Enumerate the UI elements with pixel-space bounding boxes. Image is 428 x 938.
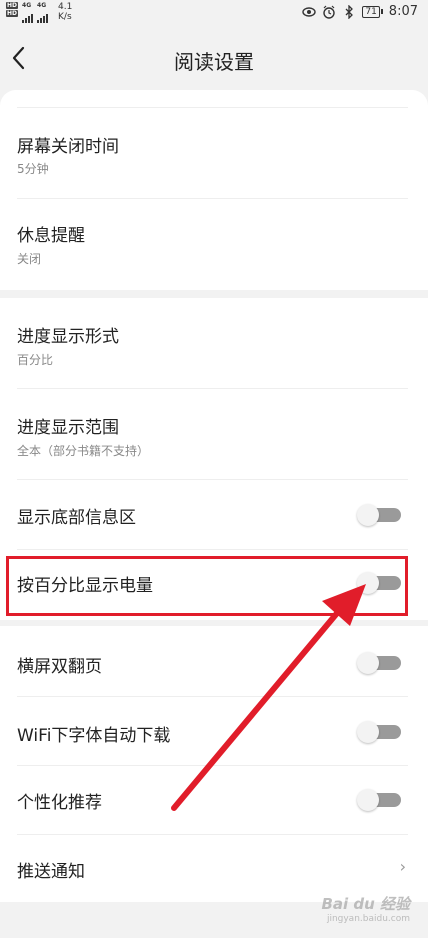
setting-title: 横屏双翻页 xyxy=(17,657,102,677)
setting-value: 百分比 xyxy=(17,353,54,367)
toggle-switch[interactable] xyxy=(357,652,401,674)
setting-title: 进度显示形式 xyxy=(17,327,119,347)
setting-landscape-double-page: 横屏双翻页 xyxy=(0,626,428,696)
chevron-right-icon: › xyxy=(399,857,406,876)
setting-screen-off-time[interactable]: 屏幕关闭时间 5分钟 xyxy=(0,108,428,198)
setting-title: 进度显示范围 xyxy=(17,418,119,438)
setting-title: WiFi下字体自动下载 xyxy=(17,726,171,746)
status-bar: HD HD 4G 4G 4.1 K/s 71 8:07 xyxy=(0,0,428,26)
setting-title: 休息提醒 xyxy=(17,226,85,246)
setting-title: 按百分比显示电量 xyxy=(17,576,153,596)
battery-icon: 71 xyxy=(362,5,383,18)
setting-wifi-font-download: WiFi下字体自动下载 xyxy=(0,697,428,765)
toggle-switch[interactable] xyxy=(357,572,401,594)
setting-title: 个性化推荐 xyxy=(17,793,102,813)
settings-group-progress: 进度显示形式 百分比 进度显示范围 全本（部分书籍不支持） 显示底部信息区 按百… xyxy=(0,298,428,620)
setting-battery-percentage: 按百分比显示电量 xyxy=(0,550,428,620)
setting-title: 显示底部信息区 xyxy=(17,508,136,528)
setting-value: 关闭 xyxy=(17,252,42,266)
hd-indicator: HD HD xyxy=(6,2,19,17)
setting-progress-range[interactable]: 进度显示范围 全本（部分书籍不支持） xyxy=(0,389,428,479)
setting-value: 5分钟 xyxy=(17,162,49,176)
network-speed: 4.1 K/s xyxy=(58,2,73,22)
setting-personalized-recommendation: 个性化推荐 xyxy=(0,766,428,834)
setting-rest-reminder[interactable]: 休息提醒 关闭 xyxy=(0,199,428,290)
toggle-switch[interactable] xyxy=(357,504,401,526)
setting-progress-format[interactable]: 进度显示形式 百分比 xyxy=(0,298,428,388)
signal-icon-2: 4G xyxy=(37,2,49,23)
app-header: 阅读设置 xyxy=(0,26,428,90)
bluetooth-icon xyxy=(345,4,354,19)
toggle-switch[interactable] xyxy=(357,789,401,811)
setting-value: 全本（部分书籍不支持） xyxy=(17,444,150,458)
settings-group-other: 横屏双翻页 WiFi下字体自动下载 个性化推荐 推送通知 › xyxy=(0,626,428,902)
setting-title: 推送通知 xyxy=(17,862,85,882)
setting-push-notification[interactable]: 推送通知 › xyxy=(0,835,428,902)
alarm-icon xyxy=(323,5,336,19)
signal-icon: 4G xyxy=(22,2,34,23)
setting-title: 屏幕关闭时间 xyxy=(17,137,119,157)
baidu-watermark: Bai du 经验 jingyan.baidu.com xyxy=(321,895,410,924)
settings-group-screen: 屏幕关闭时间 5分钟 休息提醒 关闭 xyxy=(0,90,428,290)
page-title: 阅读设置 xyxy=(174,50,254,74)
setting-bottom-info-area: 显示底部信息区 xyxy=(0,480,428,549)
toggle-switch[interactable] xyxy=(357,721,401,743)
clock: 8:07 xyxy=(388,4,418,19)
eye-icon xyxy=(302,6,317,17)
